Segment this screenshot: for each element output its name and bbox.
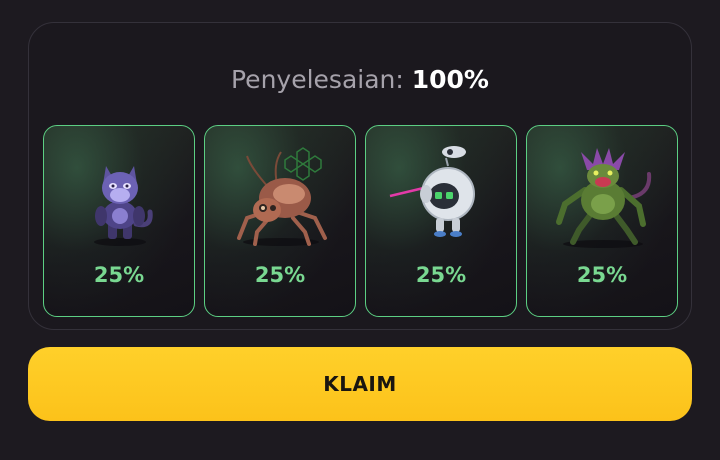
drop-chance: 25% xyxy=(93,263,145,287)
drop-chance: 25% xyxy=(254,263,306,287)
completion-status: Penyelesaian: 100% xyxy=(29,65,691,95)
reward-card-2[interactable]: 25% xyxy=(204,125,356,317)
drop-chance: 25% xyxy=(576,263,628,287)
claim-button[interactable]: KLAIM xyxy=(28,347,692,421)
reward-card-list: 25% 25% 25% 25% xyxy=(43,125,679,317)
robot-drone-creature-image xyxy=(382,138,502,254)
reward-panel: Penyelesaian: 100% 25% 25% 25% 25% xyxy=(28,22,692,330)
reward-card-1[interactable]: 25% xyxy=(43,125,195,317)
reward-card-3[interactable]: 25% xyxy=(365,125,517,317)
completion-percentage: 100% xyxy=(411,65,489,94)
purple-panther-creature-image xyxy=(60,138,180,254)
green-alien-beast-creature-image xyxy=(543,138,663,254)
mechanical-spider-creature-image xyxy=(221,138,341,254)
completion-label: Penyelesaian: xyxy=(231,65,404,94)
drop-chance: 25% xyxy=(415,263,467,287)
reward-card-4[interactable]: 25% xyxy=(526,125,678,317)
